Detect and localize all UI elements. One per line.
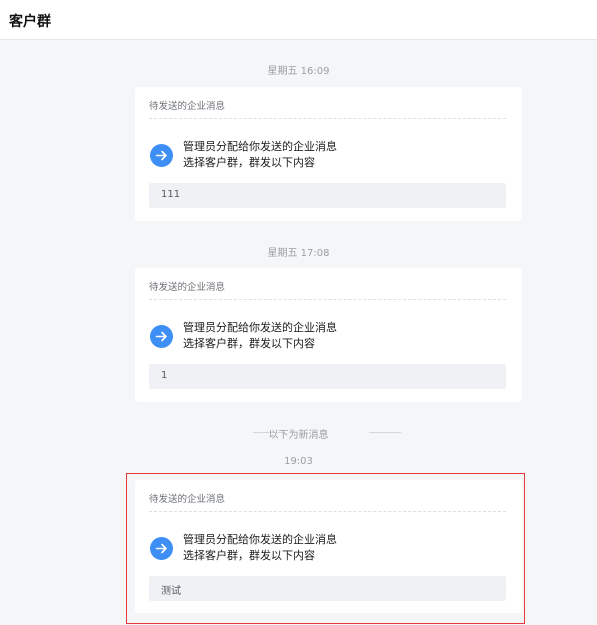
message-timestamp: 19:03 — [284, 456, 313, 467]
card-title: 待发送的企业消息 — [149, 282, 226, 293]
card-divider — [149, 299, 506, 300]
message-content: 1 — [161, 370, 168, 381]
highlight-annotation-box — [126, 473, 525, 624]
message-instruction: 选择客户群，群发以下内容 — [183, 156, 315, 169]
message-timestamp: 星期五 17:08 — [267, 248, 330, 259]
card-title: 待发送的企业消息 — [149, 101, 226, 112]
message-headline: 管理员分配给你发送的企业消息 — [183, 321, 337, 334]
message-content: 111 — [161, 189, 181, 200]
page-title: 客户群 — [9, 14, 51, 30]
arrow-right-icon — [150, 325, 173, 348]
message-timestamp: 星期五 16:09 — [267, 66, 330, 77]
message-headline: 管理员分配给你发送的企业消息 — [183, 140, 337, 153]
divider-line-right — [369, 432, 401, 433]
card-divider — [149, 118, 506, 119]
enterprise-message-card[interactable]: 待发送的企业消息 管理员分配给你发送的企业消息 选择客户群，群发以下内容 1 — [135, 268, 522, 402]
enterprise-message-card[interactable]: 待发送的企业消息 管理员分配给你发送的企业消息 选择客户群，群发以下内容 111 — [135, 87, 522, 221]
message-content-box: 1 — [149, 364, 506, 389]
top-bar: 客户群 — [0, 0, 597, 40]
new-messages-divider: 以下为新消息 — [268, 430, 329, 441]
message-instruction: 选择客户群，群发以下内容 — [183, 337, 315, 350]
arrow-right-icon — [150, 144, 173, 167]
message-content-box: 111 — [149, 183, 506, 208]
